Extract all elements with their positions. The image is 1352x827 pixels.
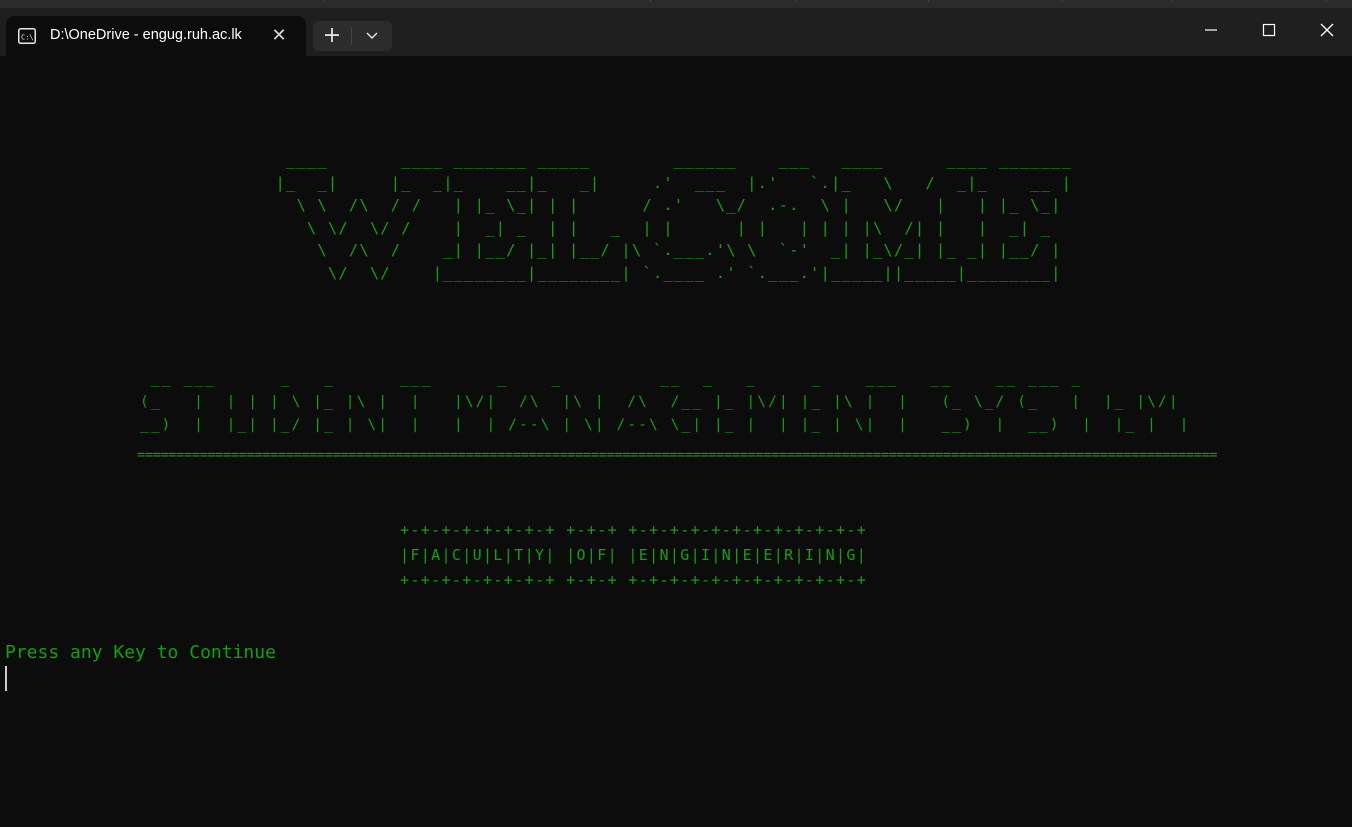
minimize-button[interactable] bbox=[1188, 10, 1234, 50]
student-management-system-banner: __ ___ _ _ ___ _ _ __ _ _ _ ___ __ __ __… bbox=[140, 371, 1191, 433]
plus-icon[interactable]: + bbox=[313, 21, 351, 51]
text-cursor bbox=[5, 666, 7, 691]
close-window-button[interactable] bbox=[1304, 10, 1350, 50]
welcome-ascii-banner: ____ ____ _______ _____ ______ ___ ____ … bbox=[275, 151, 1073, 282]
background-window-strip bbox=[0, 0, 1352, 8]
terminal-window: C:\ D:\OneDrive - engug.ruh.ac.lk ✕ + __… bbox=[0, 0, 1352, 827]
title-bar[interactable]: C:\ D:\OneDrive - engug.ruh.ac.lk ✕ + bbox=[0, 0, 1352, 56]
chevron-down-icon[interactable] bbox=[352, 21, 392, 51]
terminal-icon: C:\ bbox=[18, 28, 36, 44]
faculty-of-engineering-banner: +-+-+-+-+-+-+-+ +-+-+ +-+-+-+-+-+-+-+-+-… bbox=[400, 521, 868, 589]
tab-terminal[interactable]: C:\ D:\OneDrive - engug.ruh.ac.lk ✕ bbox=[6, 16, 306, 56]
close-icon[interactable]: ✕ bbox=[269, 26, 289, 46]
tab-actions: + bbox=[313, 21, 392, 51]
separator-line: ========================================… bbox=[137, 447, 1217, 463]
maximize-button[interactable] bbox=[1246, 10, 1292, 50]
maximize-icon bbox=[1262, 23, 1276, 37]
tab-title: D:\OneDrive - engug.ruh.ac.lk bbox=[50, 27, 242, 43]
continue-prompt: Press any Key to Continue bbox=[5, 642, 276, 663]
close-icon bbox=[1320, 23, 1334, 37]
minimize-icon bbox=[1205, 29, 1217, 31]
terminal-output[interactable]: ____ ____ _______ _____ ______ ___ ____ … bbox=[0, 56, 1352, 827]
svg-text:C:\: C:\ bbox=[21, 34, 34, 42]
